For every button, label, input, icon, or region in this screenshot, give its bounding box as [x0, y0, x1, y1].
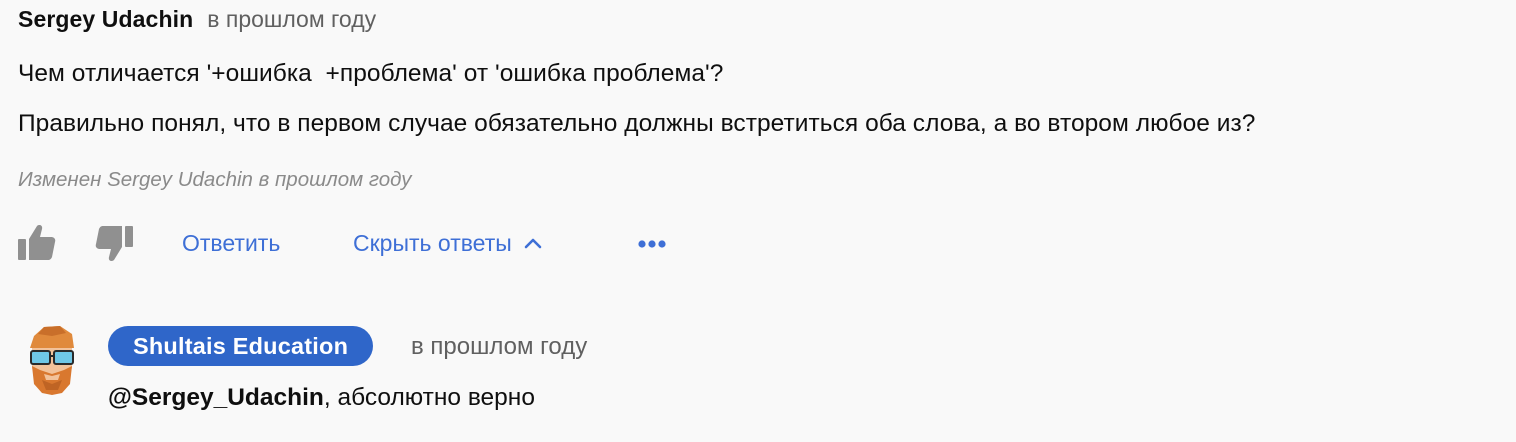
- comment-header: Sergey Udachin в прошлом году: [18, 6, 376, 33]
- reply-author-badge[interactable]: Shultais Education: [108, 326, 374, 366]
- comment-text-line-2: Правильно понял, что в первом случае обя…: [18, 110, 1256, 137]
- more-options-button[interactable]: [638, 236, 672, 252]
- comment-text-line-1: Чем отличается '+ошибка +проблема' от 'о…: [18, 60, 724, 87]
- reply-text: @Sergey_Udachin, абсолютно верно: [108, 384, 535, 412]
- more-horizontal-icon: [638, 240, 666, 248]
- thumbs-down-icon: [95, 226, 133, 261]
- comment-author[interactable]: Sergey Udachin: [18, 6, 193, 32]
- like-button[interactable]: [18, 224, 56, 262]
- reply-time[interactable]: в прошлом году: [411, 333, 587, 361]
- thumbs-up-icon: [18, 225, 56, 260]
- reply-body: , абсолютно верно: [323, 384, 535, 411]
- avatar[interactable]: [22, 324, 82, 396]
- reply-button[interactable]: Ответить: [182, 230, 280, 257]
- comment-time[interactable]: в прошлом году: [207, 6, 376, 32]
- hide-replies-button[interactable]: Скрыть ответы: [353, 230, 542, 257]
- chevron-up-icon: [524, 238, 542, 249]
- dislike-button[interactable]: [95, 224, 133, 262]
- reply-mention[interactable]: @Sergey_Udachin: [108, 384, 324, 411]
- comment-actions: Ответить Скрыть ответы: [18, 222, 718, 266]
- edited-note: Изменен Sergey Udachin в прошлом году: [18, 168, 412, 191]
- hide-replies-label: Скрыть ответы: [353, 230, 512, 256]
